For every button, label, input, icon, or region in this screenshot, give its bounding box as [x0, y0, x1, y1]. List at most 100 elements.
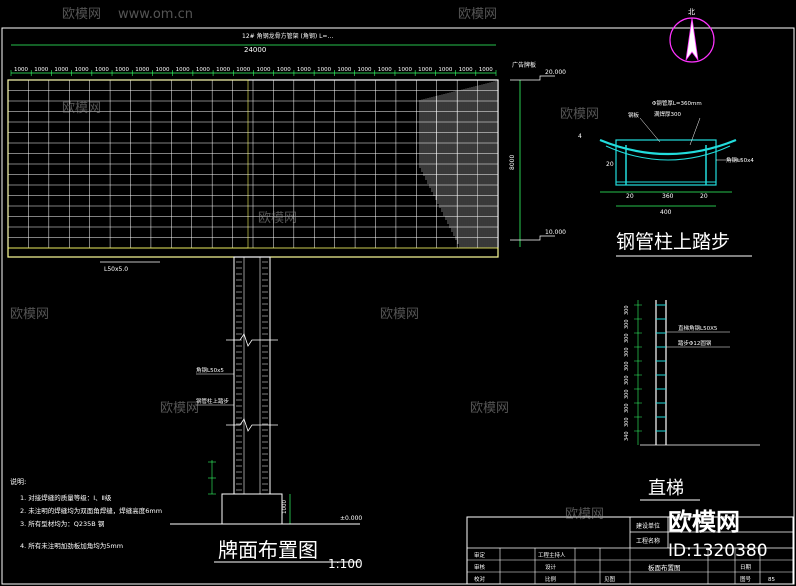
segment-dim-label: 1000 [14, 67, 28, 73]
segment-dim-label: 1000 [438, 67, 452, 73]
right-top-label: 广告牌板 [512, 61, 536, 69]
billboard-bottom-beam [7, 247, 499, 258]
tb-drawing-name: 板面布置图 [648, 563, 681, 572]
watermark-brand-7: 欧模网 [380, 307, 419, 322]
ladder-dim-label: 300 [624, 375, 630, 385]
elev-mid-leader [510, 235, 555, 241]
north-arrow: 北 [669, 8, 715, 63]
segment-dim-label: 1000 [196, 67, 210, 73]
watermark-brand-3: 欧模网 [62, 101, 101, 116]
step-dim-side: 20 [606, 161, 614, 168]
notes-block: 说明: 1. 对接焊缝的质量等级：Ⅰ、Ⅱ级 2. 未注明的焊缝均为双面角焊缝，焊… [10, 477, 162, 550]
watermark-brand-10: 欧模网 [565, 507, 604, 522]
watermark-url: www.om.cn [118, 7, 193, 22]
drawing-sheet: 12# 角钢龙骨方管架 (角钢) L=… 24000 1000 1000 1000 1… [1, 7, 795, 585]
ladder-label-2: 踏步Φ12圆钢 [678, 339, 712, 347]
segment-dim-label: 1000 [135, 67, 149, 73]
step-dim-total: 400 [660, 209, 672, 216]
segment-dim-label: 1000 [216, 67, 230, 73]
ladder-detail: 300 300 300 300 300 300 300 300 300 340 直梯角钢L50X5… [624, 300, 760, 501]
ladder-rungs [656, 304, 666, 432]
column-left-label-2: 钢管柱上踏步 [196, 397, 230, 405]
step-detail: 钢板 Φ钢管厚L=360mm 满焊厚300 角钢L50x4 4 20 20 36… [578, 99, 754, 257]
segment-dim-label: 1000 [398, 67, 412, 73]
segment-dim-label: 1000 [236, 67, 250, 73]
segment-dim-label: 1000 [176, 67, 190, 73]
ladder-dim-label: 300 [624, 319, 630, 329]
segment-dim-label: 1000 [155, 67, 169, 73]
note-item-4: 4. 所有未注明加劲板加角均为5mm [20, 541, 123, 550]
ladder-dim-label: 300 [624, 361, 630, 371]
step-dim-top: 4 [578, 133, 582, 140]
tb-r1c3: 工程主持人 [538, 551, 566, 559]
billboard-elevation: 12# 角钢龙骨方管架 (角钢) L=… 24000 1000 1000 1000 1… [7, 32, 566, 273]
elev-top: 20.000 [545, 69, 566, 76]
step-dim-edge-left: 20 [626, 193, 634, 200]
column-left-dims [208, 460, 216, 495]
steel-column: 角钢L50x5 钢管柱上踏步 1000 ±0.000 [170, 256, 362, 525]
watermark-brand-2: 欧模网 [458, 7, 497, 22]
segment-dim-label: 1000 [54, 67, 68, 73]
step-label-weld: 满焊厚300 [654, 110, 681, 118]
column-outline [233, 256, 271, 495]
tb-r1c1: 审定 [474, 551, 486, 559]
bottom-left-label: L50x5.0 [104, 266, 128, 273]
watermark-brand: 欧模网 [62, 7, 101, 22]
segment-dim-label: 1000 [418, 67, 432, 73]
tb-r3c1: 校对 [474, 575, 486, 583]
tb-sheet-label: 图号 [740, 575, 752, 583]
note-item-3: 3. 所有型材均为：Q235B 钢 [20, 519, 105, 528]
watermark-brand-4: 欧模网 [258, 211, 297, 226]
height-dim: 8000 [509, 155, 516, 170]
watermark-brand-6: 欧模网 [10, 307, 49, 322]
segment-dim-label: 1000 [75, 67, 89, 73]
segment-dim-label: 1000 [358, 67, 372, 73]
segment-dim-label: 1000 [378, 67, 392, 73]
step-leader-1 [639, 117, 661, 143]
step-dim-inner: 360 [662, 193, 674, 200]
ladder-dim-label: 300 [624, 389, 630, 399]
step-frame [615, 139, 717, 186]
tb-project-name-label: 工程名称 [636, 537, 660, 545]
segment-dim-label: 1000 [277, 67, 291, 73]
tb-r3c3: 比例 [545, 575, 557, 583]
ladder-dim-label: 300 [624, 347, 630, 357]
tb-date-label: 日期 [740, 564, 752, 571]
elev-mid: 10.000 [545, 229, 566, 236]
corner-brand-logo: 欧模网 [668, 508, 740, 536]
ladder-dim-label: 300 [624, 403, 630, 413]
step-label-plate: 钢板 [628, 111, 640, 119]
elev-top-leader [510, 75, 555, 81]
segment-dim-label: 1000 [479, 67, 493, 73]
billboard-top-note: 12# 角钢龙骨方管架 (角钢) L=… [242, 32, 333, 40]
watermark-brand-9: 欧模网 [470, 401, 509, 416]
step-dim-edge-right: 20 [700, 193, 708, 200]
watermark-brand-8: 欧模网 [160, 401, 199, 416]
ladder-dim-label: 300 [624, 333, 630, 343]
segment-dim-label: 1000 [297, 67, 311, 73]
cad-drawing-canvas: 12# 角钢龙骨方管架 (角钢) L=… 24000 1000 1000 1000 1… [0, 0, 796, 586]
segment-dim-label: 1000 [34, 67, 48, 73]
billboard-scale: 1:100 [328, 557, 363, 571]
watermark-brand-5: 欧模网 [560, 107, 599, 122]
tb-sheet-no: 85 [768, 577, 775, 583]
step-leader-2 [689, 117, 701, 146]
column-base [221, 493, 283, 525]
corner-id: ID:1320380 [668, 541, 768, 561]
tb-project-unit-label: 建设单位 [636, 522, 660, 530]
ladder-dims-group: 300 300 300 300 300 300 300 300 300 340 [624, 304, 642, 441]
note-item-1: 1. 对接焊缝的质量等级：Ⅰ、Ⅱ级 [20, 493, 112, 502]
column-steps [236, 261, 268, 491]
ladder-label-1: 直梯角钢L50X5 [678, 324, 718, 332]
ladder-dim-label: 300 [624, 305, 630, 315]
segment-dim-label: 1000 [317, 67, 331, 73]
note-item-2: 2. 未注明的焊缝均为双面角焊缝，焊缝高度6mm [20, 506, 162, 515]
segment-dim-label: 1000 [459, 67, 473, 73]
north-label: 北 [688, 8, 695, 16]
column-left-label-1: 角钢L50x5 [196, 366, 224, 374]
total-width-dim: 24000 [244, 46, 266, 54]
segment-dims-group: 1000 1000 1000 1000 1000 1000 1000 1000 1000 1000… [10, 67, 497, 76]
segment-dim-label: 1000 [257, 67, 271, 73]
billboard-title: 牌面布置图 [218, 538, 318, 562]
notes-heading: 说明: [10, 477, 26, 486]
